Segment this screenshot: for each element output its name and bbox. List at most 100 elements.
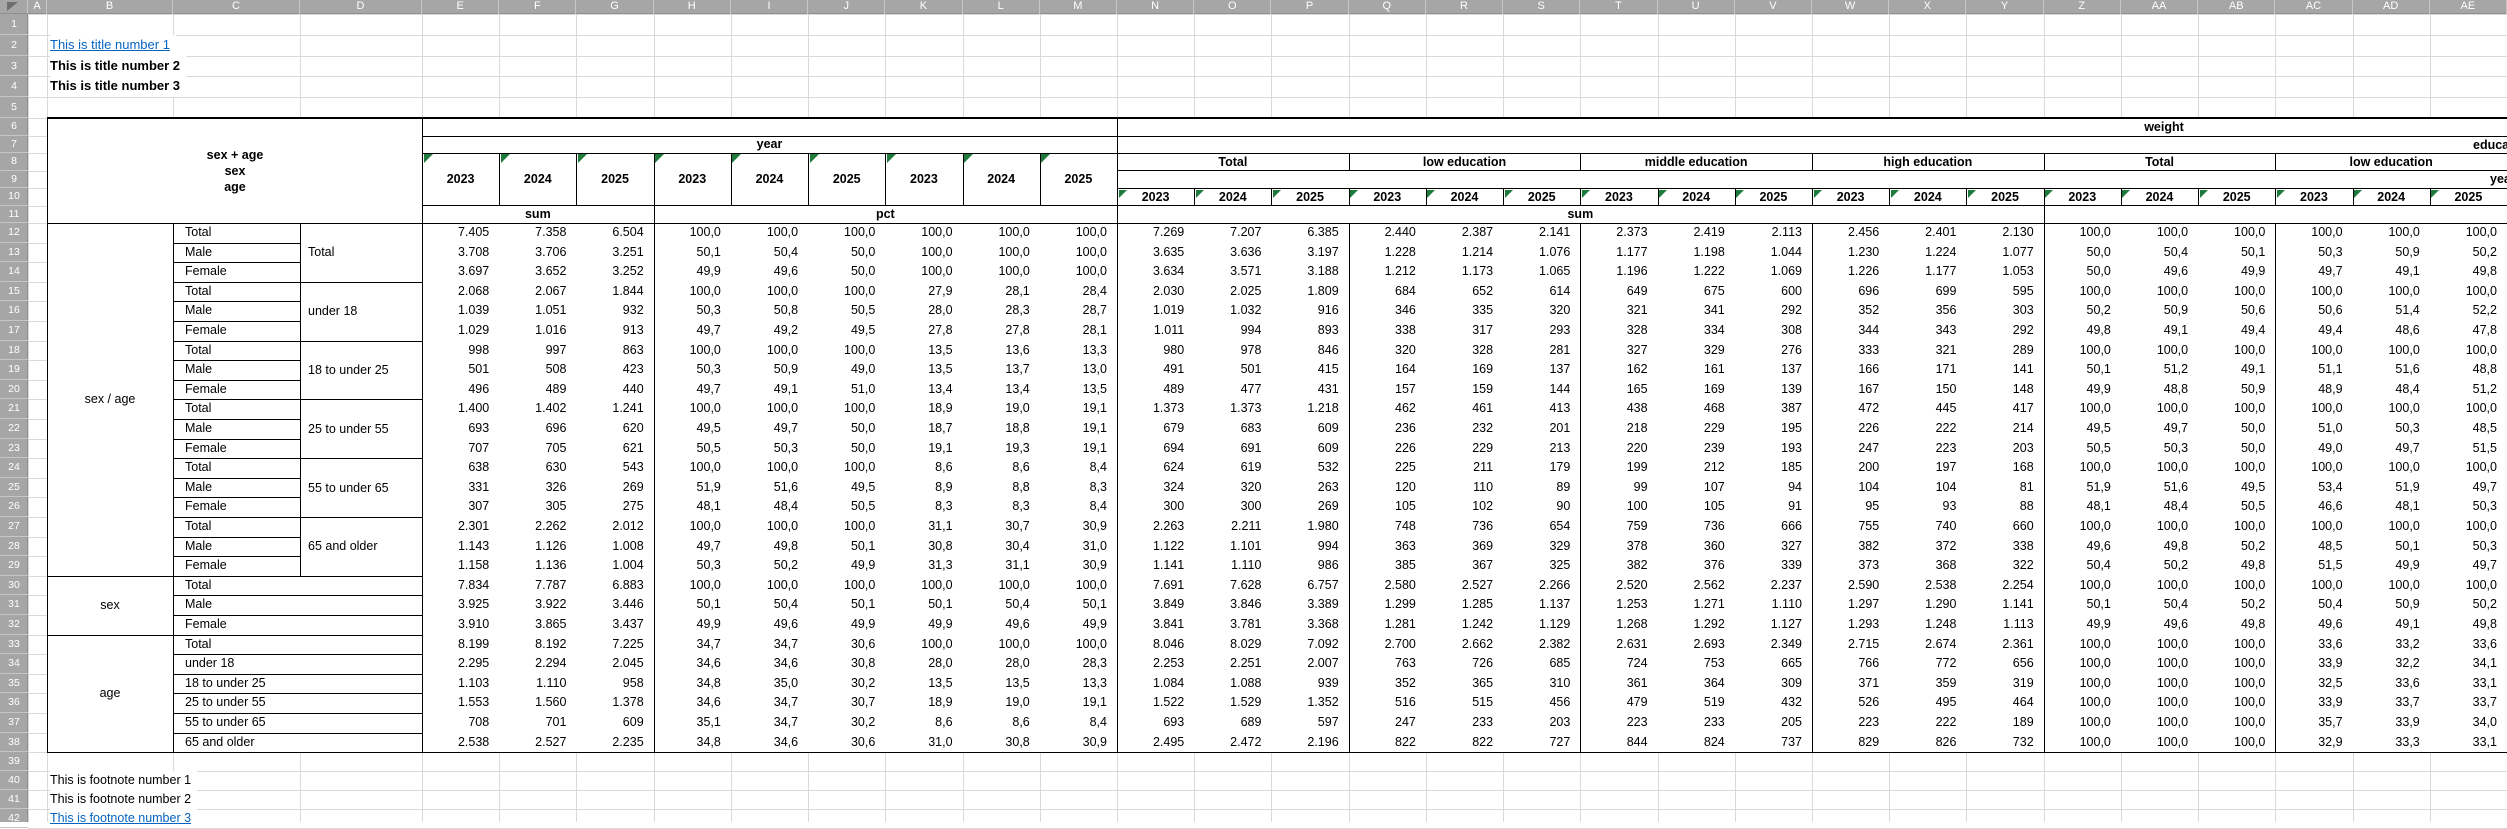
data-cell[interactable]: 431 bbox=[1271, 380, 1338, 400]
data-cell[interactable]: 3.652 bbox=[499, 262, 566, 282]
data-cell[interactable]: 2.580 bbox=[1349, 576, 1416, 596]
data-cell[interactable]: 7.691 bbox=[1117, 576, 1184, 596]
data-cell[interactable]: 683 bbox=[1194, 419, 1261, 439]
data-cell[interactable]: 27,8 bbox=[885, 321, 952, 341]
data-cell[interactable]: 100,0 bbox=[2353, 399, 2420, 419]
data-cell[interactable]: 199 bbox=[1580, 458, 1647, 478]
data-cell[interactable]: 694 bbox=[1117, 439, 1184, 459]
data-cell[interactable]: 100,0 bbox=[2121, 399, 2188, 419]
data-cell[interactable]: 13,5 bbox=[885, 360, 952, 380]
data-cell[interactable]: 148 bbox=[1966, 380, 2033, 400]
data-cell[interactable]: 46,6 bbox=[2275, 497, 2342, 517]
data-cell[interactable]: 329 bbox=[1503, 537, 1570, 557]
data-cell[interactable]: 415 bbox=[1271, 360, 1338, 380]
data-cell[interactable]: 2.361 bbox=[1966, 635, 2033, 655]
data-cell[interactable]: 3.389 bbox=[1271, 595, 1338, 615]
data-cell[interactable]: 371 bbox=[1812, 674, 1879, 694]
data-cell[interactable]: 50,3 bbox=[2430, 497, 2497, 517]
data-cell[interactable]: 696 bbox=[1812, 282, 1879, 302]
data-cell[interactable]: 232 bbox=[1426, 419, 1493, 439]
data-cell[interactable]: 100,0 bbox=[731, 282, 798, 302]
data-cell[interactable]: 33,9 bbox=[2275, 654, 2342, 674]
column-header-W[interactable]: W bbox=[1812, 0, 1889, 14]
data-cell[interactable]: 48,5 bbox=[2430, 419, 2497, 439]
data-cell[interactable]: 1.173 bbox=[1426, 262, 1493, 282]
data-cell[interactable]: 34,7 bbox=[731, 693, 798, 713]
data-cell[interactable]: 100,0 bbox=[1040, 262, 1107, 282]
data-cell[interactable]: 100,0 bbox=[963, 262, 1030, 282]
data-cell[interactable]: 179 bbox=[1503, 458, 1570, 478]
data-cell[interactable]: 13,5 bbox=[963, 674, 1030, 694]
data-cell[interactable]: 50,5 bbox=[2198, 497, 2265, 517]
row-header-16[interactable]: 16 bbox=[0, 301, 28, 321]
data-cell[interactable]: 893 bbox=[1271, 321, 1338, 341]
data-cell[interactable]: 32,9 bbox=[2275, 733, 2342, 753]
data-cell[interactable]: 49,5 bbox=[808, 478, 875, 498]
data-cell[interactable]: 49,5 bbox=[2198, 478, 2265, 498]
row-group-label[interactable]: 65 and older bbox=[308, 517, 414, 576]
data-cell[interactable]: 18,9 bbox=[885, 693, 952, 713]
year-cell-2025[interactable]: 2025 bbox=[2198, 189, 2275, 206]
footnote-2[interactable]: This is footnote number 2 bbox=[50, 790, 197, 809]
data-cell[interactable]: 100,0 bbox=[2044, 341, 2111, 361]
data-cell[interactable]: 30,6 bbox=[808, 733, 875, 753]
data-cell[interactable]: 34,1 bbox=[2430, 654, 2497, 674]
data-cell[interactable]: 19,0 bbox=[963, 399, 1030, 419]
data-cell[interactable]: 34,7 bbox=[654, 635, 721, 655]
data-cell[interactable]: 50,8 bbox=[731, 301, 798, 321]
data-cell[interactable]: 100,0 bbox=[2198, 282, 2265, 302]
data-cell[interactable]: 1.214 bbox=[1426, 243, 1493, 263]
data-cell[interactable]: 100,0 bbox=[2198, 635, 2265, 655]
data-cell[interactable]: 49,9 bbox=[1040, 615, 1107, 635]
column-header-M[interactable]: M bbox=[1040, 0, 1117, 14]
column-header-AB[interactable]: AB bbox=[2198, 0, 2275, 14]
group-header-high-education[interactable]: high education bbox=[1812, 154, 2044, 171]
data-cell[interactable]: 8,3 bbox=[963, 497, 1030, 517]
data-cell[interactable]: 168 bbox=[1966, 458, 2033, 478]
row-label[interactable]: Total bbox=[185, 282, 295, 302]
data-cell[interactable]: 3.251 bbox=[576, 243, 643, 263]
data-cell[interactable]: 2.693 bbox=[1658, 635, 1725, 655]
data-cell[interactable]: 1.126 bbox=[499, 537, 566, 557]
data-cell[interactable]: 49,8 bbox=[2430, 615, 2497, 635]
data-cell[interactable]: 352 bbox=[1349, 674, 1416, 694]
row-label[interactable]: Male bbox=[185, 301, 295, 321]
data-cell[interactable]: 3.846 bbox=[1194, 595, 1261, 615]
data-cell[interactable]: 13,6 bbox=[963, 341, 1030, 361]
data-cell[interactable]: 50,5 bbox=[808, 497, 875, 517]
data-cell[interactable]: 100,0 bbox=[2275, 223, 2342, 243]
data-cell[interactable]: 105 bbox=[1349, 497, 1416, 517]
data-cell[interactable]: 48,4 bbox=[731, 497, 798, 517]
data-cell[interactable]: 50,5 bbox=[808, 301, 875, 321]
data-cell[interactable]: 309 bbox=[1735, 674, 1802, 694]
select-all-corner[interactable] bbox=[0, 0, 28, 14]
data-cell[interactable]: 740 bbox=[1889, 517, 1956, 537]
data-cell[interactable]: 18,7 bbox=[885, 419, 952, 439]
data-cell[interactable]: 28,0 bbox=[885, 654, 952, 674]
data-cell[interactable]: 53,4 bbox=[2275, 478, 2342, 498]
data-cell[interactable]: 1.230 bbox=[1812, 243, 1879, 263]
year-cell-2024[interactable]: 2024 bbox=[2353, 189, 2430, 206]
data-cell[interactable]: 1.065 bbox=[1503, 262, 1570, 282]
data-cell[interactable]: 49,5 bbox=[2044, 419, 2111, 439]
data-cell[interactable]: 100,0 bbox=[2121, 693, 2188, 713]
title-3[interactable]: This is title number 3 bbox=[50, 76, 186, 97]
data-cell[interactable]: 320 bbox=[1503, 301, 1570, 321]
data-cell[interactable]: 34,6 bbox=[654, 654, 721, 674]
data-cell[interactable]: 27,8 bbox=[963, 321, 1030, 341]
data-cell[interactable]: 308 bbox=[1735, 321, 1802, 341]
data-cell[interactable]: 229 bbox=[1658, 419, 1725, 439]
data-cell[interactable]: 13,3 bbox=[1040, 341, 1107, 361]
data-cell[interactable]: 385 bbox=[1349, 556, 1416, 576]
data-cell[interactable]: 33,1 bbox=[2430, 733, 2497, 753]
data-cell[interactable]: 49,7 bbox=[654, 380, 721, 400]
data-cell[interactable]: 822 bbox=[1426, 733, 1493, 753]
data-cell[interactable]: 49,7 bbox=[2275, 262, 2342, 282]
data-cell[interactable]: 1.044 bbox=[1735, 243, 1802, 263]
data-cell[interactable]: 913 bbox=[576, 321, 643, 341]
data-cell[interactable]: 100,0 bbox=[2353, 576, 2420, 596]
data-cell[interactable]: 50,4 bbox=[2121, 243, 2188, 263]
row-header-17[interactable]: 17 bbox=[0, 321, 28, 341]
data-cell[interactable]: 373 bbox=[1812, 556, 1879, 576]
data-cell[interactable]: 846 bbox=[1271, 341, 1338, 361]
